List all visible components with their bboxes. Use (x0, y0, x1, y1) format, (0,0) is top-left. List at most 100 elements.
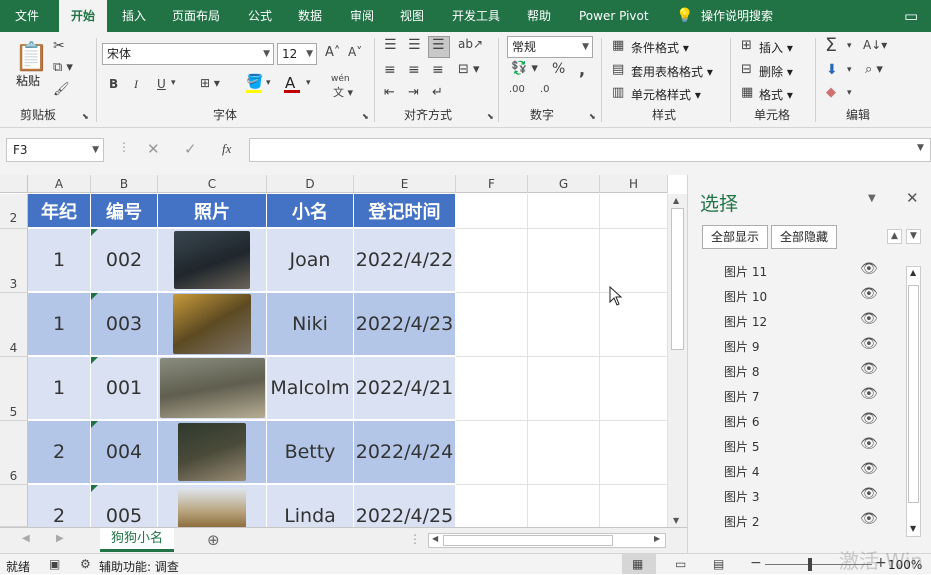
tab-view[interactable]: 视图 (400, 0, 424, 32)
empty-cell[interactable] (528, 485, 600, 527)
cell-grade[interactable]: 1 (28, 229, 91, 293)
sheet-tab-dog-names[interactable]: 狗狗小名 (100, 528, 174, 552)
tab-page-layout[interactable]: 页面布局 (172, 0, 220, 32)
phonetic-icon[interactable]: wén (331, 74, 350, 84)
eye-icon[interactable]: 👁 (860, 461, 878, 477)
next-sheet-icon[interactable]: ▶ (56, 533, 64, 544)
header-cell-id[interactable]: 编号 (91, 194, 158, 229)
formula-input[interactable] (249, 138, 931, 162)
tab-home[interactable]: 开始 (59, 0, 107, 32)
cell-grade[interactable]: 1 (28, 357, 91, 421)
tab-developer[interactable]: 开发工具 (452, 0, 500, 32)
empty-cell[interactable] (456, 357, 528, 421)
dog-photo-betty[interactable] (178, 423, 246, 481)
cell-id[interactable]: 001 (91, 357, 158, 421)
empty-cell[interactable] (528, 194, 600, 229)
pane-item[interactable]: 图片 12 (724, 313, 767, 330)
pane-item[interactable]: 图片 9 (724, 338, 759, 355)
empty-cell[interactable] (600, 421, 668, 485)
tell-me-search[interactable]: 操作说明搜索 (701, 0, 773, 32)
scroll-left-icon[interactable]: ◀ (432, 534, 438, 543)
accessibility-icon[interactable]: ⚙ (80, 557, 91, 571)
eye-icon[interactable]: 👁 (860, 311, 878, 327)
tab-help[interactable]: 帮助 (527, 0, 551, 32)
empty-cell[interactable] (600, 229, 668, 293)
horizontal-scrollbar[interactable]: ◀ ▶ (428, 533, 666, 548)
insert-cells-button[interactable]: 插入 ▾ (759, 39, 793, 56)
table-format-button[interactable]: 套用表格格式 ▾ (631, 63, 713, 80)
cell-date[interactable]: 2022/4/21 (354, 357, 456, 421)
chevron-down-icon[interactable]: ▾ (306, 78, 311, 88)
increase-decimal-icon[interactable]: .00 (509, 84, 525, 95)
pane-item[interactable]: 图片 8 (724, 363, 759, 380)
pane-item[interactable]: 图片 4 (724, 463, 759, 480)
conditional-format-button[interactable]: 条件格式 ▾ (631, 39, 689, 56)
align-center-icon[interactable]: ≡ (408, 62, 420, 78)
chevron-down-icon[interactable]: ▾ (847, 88, 852, 98)
dog-photo-niki[interactable] (173, 294, 251, 354)
eye-icon[interactable]: 👁 (860, 261, 878, 277)
fill-icon[interactable]: ⬇ (826, 62, 838, 78)
decrease-font-icon[interactable]: A˅ (348, 45, 362, 59)
cell-name[interactable]: Joan (267, 229, 354, 293)
font-launcher-icon[interactable]: ⬊ (362, 112, 369, 121)
find-select-icon[interactable]: ⌕ ▾ (865, 62, 883, 77)
chevron-down-icon[interactable]: ▾ (266, 78, 271, 88)
pane-item[interactable]: 图片 7 (724, 388, 759, 405)
column-header-f[interactable]: F (456, 175, 528, 193)
scroll-thumb[interactable] (908, 285, 919, 503)
orientation-icon[interactable]: ab↗ (458, 37, 483, 51)
fill-color-icon[interactable]: 🪣 (246, 74, 263, 90)
row-header-3[interactable]: 3 (0, 229, 28, 293)
decrease-decimal-icon[interactable]: .0 (540, 84, 550, 95)
pane-item[interactable]: 图片 11 (724, 263, 767, 280)
cancel-icon[interactable]: ✕ (147, 140, 160, 158)
comment-icon[interactable]: ▭ (904, 0, 918, 32)
hide-all-button[interactable]: 全部隐藏 (771, 225, 838, 249)
scroll-right-icon[interactable]: ▶ (654, 534, 660, 543)
scroll-up-icon[interactable]: ▲ (910, 268, 916, 277)
align-top-icon[interactable]: ☰ (384, 37, 397, 53)
cell-photo[interactable] (158, 293, 267, 357)
header-cell-date[interactable]: 登记时间 (354, 194, 456, 229)
row-header-7[interactable] (0, 485, 28, 527)
font-name-combo[interactable]: 宋体 ▼ (102, 43, 274, 65)
column-header-a[interactable]: A (28, 175, 91, 193)
cell-grade[interactable]: 2 (28, 485, 91, 527)
empty-cell[interactable] (528, 229, 600, 293)
zoom-slider-thumb[interactable] (808, 558, 812, 571)
eye-icon[interactable]: 👁 (860, 436, 878, 452)
send-backward-icon[interactable]: ▼ (906, 229, 921, 244)
cell-date[interactable]: 2022/4/25 (354, 485, 456, 527)
tab-data[interactable]: 数据 (298, 0, 322, 32)
cell-name[interactable]: Malcolm (267, 357, 354, 421)
eye-icon[interactable]: 👁 (860, 361, 878, 377)
decrease-indent-icon[interactable]: ⇤ (384, 85, 395, 100)
wrap-text-icon[interactable]: ↵ (432, 85, 443, 100)
cell-date[interactable]: 2022/4/22 (354, 229, 456, 293)
empty-cell[interactable] (600, 357, 668, 421)
show-all-button[interactable]: 全部显示 (702, 225, 769, 249)
chevron-down-icon[interactable]: ▾ (171, 78, 176, 88)
add-sheet-icon[interactable]: ⊕ (207, 531, 220, 549)
enter-icon[interactable]: ✓ (184, 140, 197, 158)
cut-icon[interactable]: ✂ (53, 38, 65, 54)
empty-cell[interactable] (528, 357, 600, 421)
increase-indent-icon[interactable]: ⇥ (408, 85, 419, 100)
eye-icon[interactable]: 👁 (860, 336, 878, 352)
column-header-b[interactable]: B (91, 175, 158, 193)
chevron-down-icon[interactable]: ▾ (847, 41, 852, 51)
cell-id[interactable]: 004 (91, 421, 158, 485)
number-format-combo[interactable]: 常规 ▼ (507, 36, 593, 58)
pane-item[interactable]: 图片 6 (724, 413, 759, 430)
dog-photo-malcolm[interactable] (159, 358, 265, 418)
page-break-view-icon[interactable]: ▤ (713, 557, 724, 571)
select-all-corner[interactable] (0, 175, 28, 193)
bold-button[interactable]: B (109, 77, 118, 91)
scroll-down-icon[interactable]: ▼ (910, 524, 916, 533)
scroll-down-icon[interactable]: ▼ (673, 516, 679, 525)
name-box[interactable]: F3 ▼ (6, 138, 104, 162)
empty-cell[interactable] (456, 293, 528, 357)
dog-photo-joan[interactable] (174, 231, 250, 289)
zoom-out-icon[interactable]: − (750, 555, 762, 571)
